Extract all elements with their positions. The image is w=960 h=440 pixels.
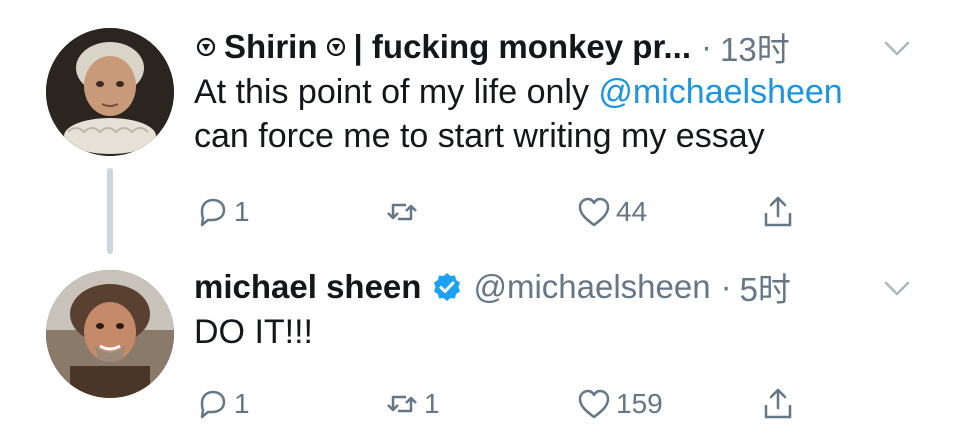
chevron-down-icon[interactable]: [882, 36, 912, 60]
separator-dot: ·: [701, 28, 712, 65]
tweet-actions: 1 1 159: [194, 384, 814, 424]
like-button[interactable]: 44: [576, 192, 647, 232]
reply-count: 1: [234, 388, 250, 419]
like-count: 159: [616, 388, 663, 419]
reply-button[interactable]: 1: [194, 384, 250, 424]
display-name[interactable]: Shirin | fucking monkey pr...: [194, 28, 691, 66]
reply-count: 1: [234, 196, 250, 227]
tweet-text-part: can force me to start writing my essay: [194, 117, 765, 155]
share-icon: [764, 196, 792, 227]
timestamp[interactable]: 13时: [720, 23, 790, 71]
avatar-michael-sheen[interactable]: [46, 270, 174, 398]
share-icon: [764, 388, 792, 419]
tweet-content: michael sheen @michaelsheen · 5时 DO IT!!…: [194, 266, 936, 354]
reply-icon: [200, 198, 226, 227]
share-button[interactable]: [760, 384, 796, 424]
play-circle-emoji-icon: [326, 37, 345, 57]
retweet-icon: [387, 203, 417, 221]
retweet-count: 1: [424, 388, 440, 419]
reply-icon: [200, 390, 226, 419]
separator-dot: ·: [720, 268, 732, 305]
thread-connector-line: [107, 168, 113, 254]
tweet-text: DO IT!!!: [194, 313, 313, 351]
retweet-button[interactable]: 1: [384, 384, 440, 424]
tweet-header: michael sheen @michaelsheen · 5时: [194, 266, 936, 308]
verified-badge-icon: [434, 273, 461, 301]
reply-button[interactable]: 1: [194, 192, 250, 232]
share-button[interactable]: [760, 192, 796, 232]
tweet-shirin[interactable]: Shirin | fucking monkey pr... · 13时 At t…: [0, 0, 960, 254]
tweet-header: Shirin | fucking monkey pr... · 13时: [194, 26, 936, 68]
tweet-content: Shirin | fucking monkey pr... · 13时 At t…: [194, 26, 936, 158]
like-icon: [578, 197, 610, 227]
avatar-shirin[interactable]: [46, 28, 174, 156]
mention-link[interactable]: @michaelsheen: [598, 73, 842, 111]
play-circle-emoji-icon: [196, 37, 216, 57]
like-button[interactable]: 159: [576, 384, 663, 424]
like-icon: [578, 389, 610, 419]
username-handle[interactable]: @michaelsheen: [473, 268, 710, 306]
retweet-button[interactable]: [384, 192, 424, 232]
tweet-text: At this point of my life only @michaelsh…: [194, 70, 936, 158]
tweet-text-part: At this point of my life only: [194, 73, 599, 111]
chevron-down-icon[interactable]: [882, 276, 912, 300]
tweet-michael-sheen[interactable]: michael sheen @michaelsheen · 5时 DO IT!!…: [0, 250, 960, 440]
like-count: 44: [616, 196, 648, 227]
timestamp[interactable]: 5时: [740, 263, 791, 311]
display-name[interactable]: michael sheen: [194, 268, 421, 306]
display-name-text: Shirin: [224, 28, 318, 65]
tweet-thread: Shirin | fucking monkey pr... · 13时 At t…: [0, 0, 960, 440]
display-name-suffix: | fucking monkey pr...: [353, 28, 691, 65]
tweet-actions: 1 44: [194, 192, 814, 232]
retweet-icon: [387, 395, 417, 413]
